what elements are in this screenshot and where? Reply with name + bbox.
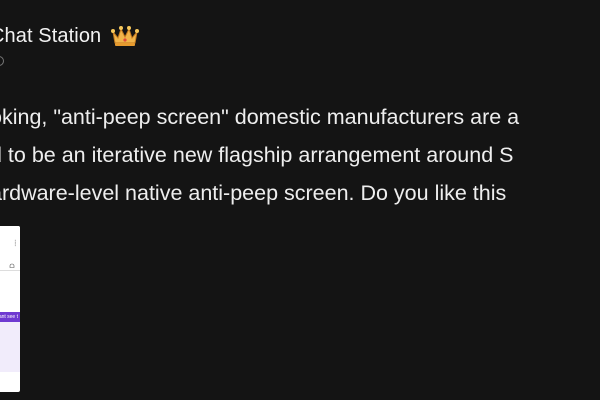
bell-icon [9,256,15,268]
post-body-line: oking, "anti-peep screen" domestic manuf… [0,105,520,129]
crown-icon [110,24,140,48]
signal-icon: ┆ [13,241,17,247]
author-row[interactable]: Chat Station [0,22,140,50]
author-name[interactable]: Chat Station [0,25,101,48]
thumbnail-banner: ant see t [0,312,20,322]
attached-image-thumbnail[interactable]: ┆ ant see t [0,226,20,392]
thumbnail-content-area [0,322,20,372]
post-body-line: d to be an iterative new flagship arrang… [0,143,514,167]
thumbnail-divider [0,270,20,271]
post-body-line: ardware-level native anti-peep screen. D… [0,181,507,205]
meta-indicator [0,56,4,66]
post-card: Chat Station oking, "anti-peep screen" d… [0,0,600,400]
post-body: oking, "anti-peep screen" domestic manuf… [0,98,600,212]
thumbnail-status-bar [0,226,20,238]
